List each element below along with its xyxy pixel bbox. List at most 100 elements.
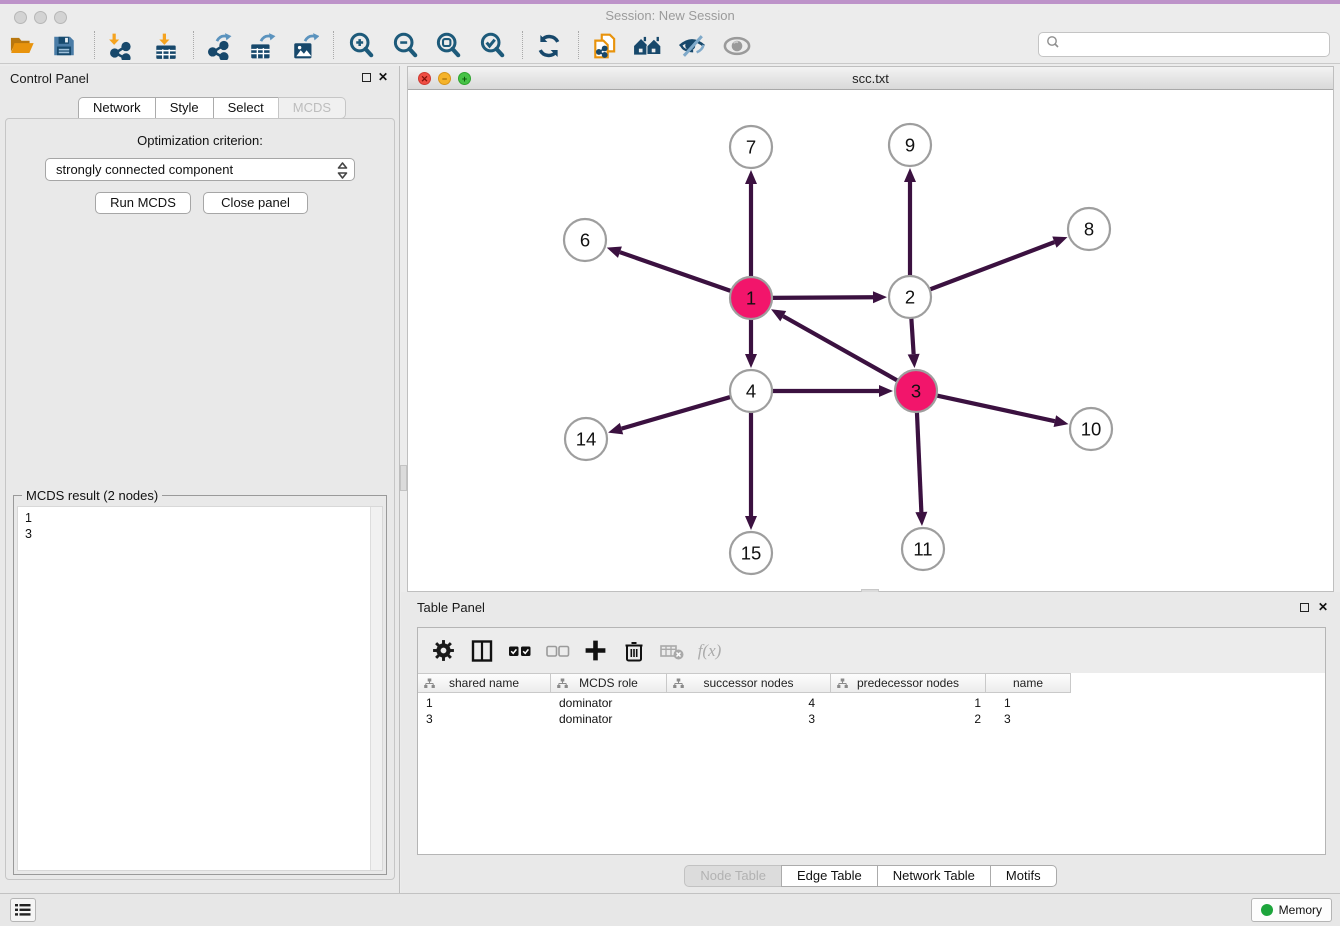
graph-node-2[interactable]: 2 <box>889 276 931 318</box>
graph-node-15[interactable]: 15 <box>730 532 772 574</box>
cell-shared-name: 3 <box>418 711 551 727</box>
graph-edge-1-2[interactable] <box>770 291 887 303</box>
memory-label: Memory <box>1279 903 1322 917</box>
table-toolbar: f(x) <box>418 628 1325 673</box>
graph-edge-2-8[interactable] <box>928 237 1068 291</box>
close-panel-button[interactable]: Close panel <box>203 192 308 214</box>
graph-node-1[interactable]: 1 <box>730 277 772 319</box>
network-canvas[interactable]: 7 9 6 8 1 2 4 3 14 10 15 11 <box>408 90 1333 591</box>
search-input[interactable] <box>1061 38 1329 52</box>
mcds-result-line: 1 <box>18 507 382 526</box>
graph-node-4[interactable]: 4 <box>730 370 772 412</box>
cell-name: 3 <box>986 711 1071 727</box>
tab-select[interactable]: Select <box>213 97 278 119</box>
control-panel: Control Panel ✕ Network Style Select MCD… <box>0 66 400 893</box>
import-network-icon[interactable] <box>102 31 136 61</box>
graph-edge-3-11[interactable] <box>915 410 927 526</box>
zoom-selected-icon[interactable] <box>476 31 510 61</box>
mcds-panel: Optimization criterion: strongly connect… <box>5 118 395 880</box>
vertical-splitter-grip[interactable] <box>400 465 407 491</box>
column-header-successor-nodes[interactable]: successor nodes <box>667 673 831 693</box>
float-panel-icon[interactable] <box>1300 603 1309 612</box>
table-row[interactable]: 3 dominator 3 2 3 <box>418 711 1071 727</box>
memory-status-icon <box>1261 904 1273 916</box>
graph-edge-4-14[interactable] <box>608 396 733 434</box>
svg-text:2: 2 <box>905 287 915 308</box>
graph-edge-3-1[interactable] <box>771 309 899 381</box>
graph-edge-3-10[interactable] <box>935 395 1069 427</box>
column-label: predecessor nodes <box>857 676 959 690</box>
float-panel-icon[interactable] <box>362 73 371 82</box>
column-header-name[interactable]: name <box>986 673 1071 693</box>
column-label: name <box>1013 676 1043 690</box>
close-panel-icon[interactable]: ✕ <box>1318 600 1328 614</box>
graph-edge-2-9[interactable] <box>904 168 916 278</box>
status-menu-button[interactable] <box>10 898 36 922</box>
export-image-icon[interactable] <box>288 31 322 61</box>
graph-edge-1-6[interactable] <box>607 247 733 292</box>
zoom-fit-icon[interactable] <box>432 31 466 61</box>
delete-table-icon[interactable] <box>658 637 685 664</box>
first-neighbors-icon[interactable] <box>631 31 665 61</box>
column-header-mcds-role[interactable]: MCDS role <box>551 673 667 693</box>
add-column-icon[interactable] <box>582 637 609 664</box>
graph-edge-1-7[interactable] <box>745 170 757 279</box>
graph-node-10[interactable]: 10 <box>1070 408 1112 450</box>
zoom-out-icon[interactable] <box>389 31 423 61</box>
node-table-container: f(x) shared name MCDS role successor nod… <box>417 627 1326 855</box>
memory-button[interactable]: Memory <box>1251 898 1332 922</box>
graph-edge-1-4[interactable] <box>745 317 757 368</box>
settings-gear-icon[interactable] <box>430 637 457 664</box>
show-column-icon[interactable] <box>468 637 495 664</box>
tab-node-table[interactable]: Node Table <box>684 865 781 887</box>
cell-mcds-role: dominator <box>551 711 667 727</box>
application-window: Session: New Session <box>0 0 1340 926</box>
tab-edge-table[interactable]: Edge Table <box>781 865 877 887</box>
tab-motifs[interactable]: Motifs <box>990 865 1057 887</box>
scrollbar[interactable] <box>370 507 382 870</box>
graph-node-6[interactable]: 6 <box>564 219 606 261</box>
graph-node-7[interactable]: 7 <box>730 126 772 168</box>
import-table-icon[interactable] <box>149 31 183 61</box>
graph-edge-4-3[interactable] <box>770 385 893 397</box>
mcds-result-text[interactable]: 1 3 <box>17 506 383 871</box>
table-panel-title: Table Panel <box>417 600 485 615</box>
graph-node-3[interactable]: 3 <box>895 370 937 412</box>
open-file-icon[interactable] <box>5 31 39 61</box>
clone-network-icon[interactable] <box>588 31 622 61</box>
cell-successor-nodes: 4 <box>667 695 831 711</box>
tab-mcds[interactable]: MCDS <box>278 97 346 119</box>
refresh-icon[interactable] <box>532 31 566 61</box>
delete-column-icon[interactable] <box>620 637 647 664</box>
cell-predecessor-nodes: 2 <box>831 711 986 727</box>
show-graphics-details-icon[interactable] <box>720 31 754 61</box>
tab-network[interactable]: Network <box>78 97 155 119</box>
tab-style[interactable]: Style <box>155 97 213 119</box>
cell-name: 1 <box>986 695 1071 711</box>
save-session-icon[interactable] <box>47 31 81 61</box>
table-row[interactable]: 1 dominator 4 1 1 <box>418 695 1071 711</box>
graph-edge-4-15[interactable] <box>745 410 757 530</box>
graph-node-8[interactable]: 8 <box>1068 208 1110 250</box>
run-mcds-button[interactable]: Run MCDS <box>95 192 191 214</box>
graph-node-9[interactable]: 9 <box>889 124 931 166</box>
graph-node-14[interactable]: 14 <box>565 418 607 460</box>
column-header-shared-name[interactable]: shared name <box>418 673 551 693</box>
optimization-select[interactable]: strongly connected component <box>45 158 355 181</box>
column-label: successor nodes <box>703 676 793 690</box>
export-table-icon[interactable] <box>245 31 279 61</box>
function-builder-icon[interactable]: f(x) <box>696 637 723 664</box>
svg-text:9: 9 <box>905 135 915 156</box>
tab-network-table[interactable]: Network Table <box>877 865 990 887</box>
deselect-all-checks-icon[interactable] <box>544 637 571 664</box>
export-network-icon[interactable] <box>201 31 235 61</box>
graph-node-11[interactable]: 11 <box>902 528 944 570</box>
close-panel-icon[interactable]: ✕ <box>378 70 388 84</box>
graph-edge-2-3[interactable] <box>908 316 920 368</box>
select-all-checks-icon[interactable] <box>506 637 533 664</box>
hide-graphics-details-icon[interactable] <box>675 31 709 61</box>
column-header-predecessor-nodes[interactable]: predecessor nodes <box>831 673 986 693</box>
toolbar-separator <box>333 31 334 59</box>
zoom-in-icon[interactable] <box>345 31 379 61</box>
main-titlebar: Session: New Session <box>0 4 1340 28</box>
